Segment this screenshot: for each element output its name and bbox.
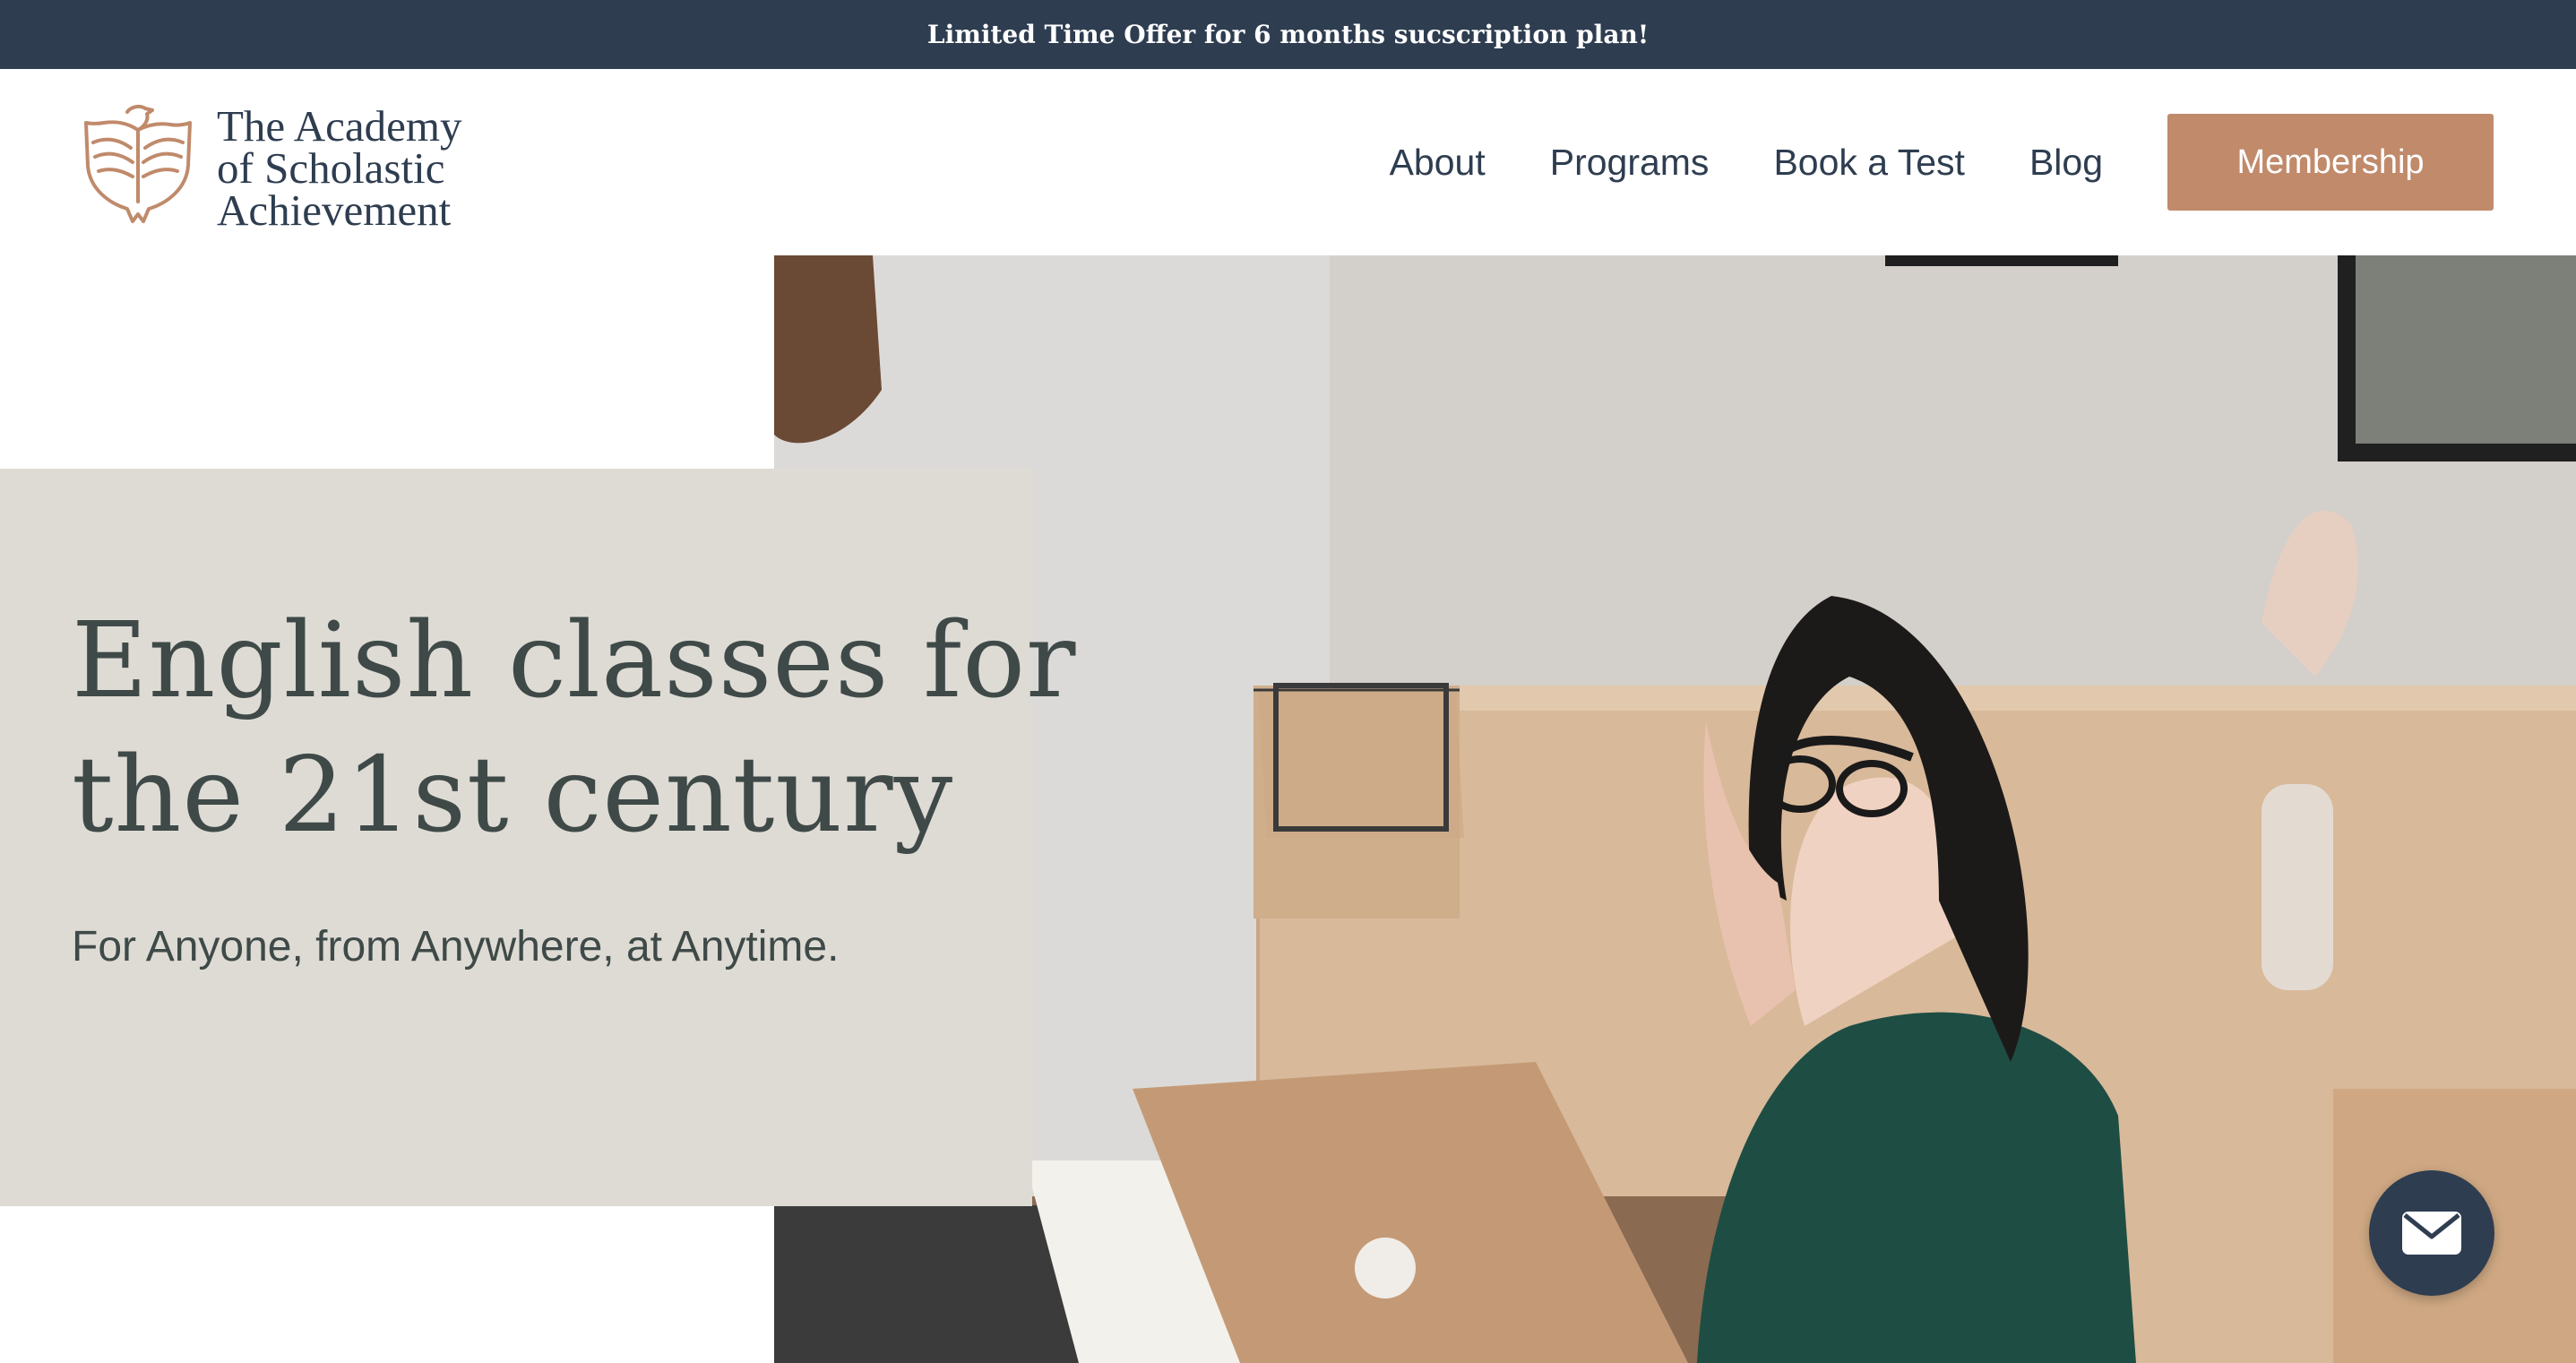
hero-card: English classes for the 21st century For…	[0, 469, 1077, 1206]
nav-link-programs[interactable]: Programs	[1550, 142, 1710, 184]
hero-photo	[774, 255, 2576, 1363]
hero-title-line-2: the 21st century	[72, 735, 954, 856]
nav-link-book-a-test[interactable]: Book a Test	[1773, 142, 1965, 184]
brand-name: The Academy of Scholastic Achievement	[217, 101, 462, 235]
hero-title: English classes for the 21st century	[72, 594, 1077, 863]
envelope-icon	[2402, 1212, 2461, 1255]
brand-name-line-1: The Academy	[217, 101, 462, 151]
hero-subtitle: For Anyone, from Anywhere, at Anytime.	[72, 923, 840, 970]
eagle-shield-logo-icon	[84, 104, 192, 223]
hero-title-line-1: English classes for	[72, 600, 1077, 721]
site-logo[interactable]: The Academy of Scholastic Achievement	[82, 101, 462, 235]
contact-button[interactable]	[2369, 1170, 2494, 1296]
membership-button[interactable]: Membership	[2167, 114, 2494, 211]
main-nav: About Programs Book a Test Blog Membersh…	[1390, 69, 2576, 255]
promo-bar: Limited Time Offer for 6 months sucscrip…	[0, 0, 2576, 69]
hero-photo-illustration	[774, 255, 2576, 1363]
brand-name-line-2: of Scholastic	[217, 143, 445, 193]
nav-link-blog[interactable]: Blog	[2029, 142, 2103, 184]
nav-link-about[interactable]: About	[1390, 142, 1486, 184]
site-header: The Academy of Scholastic Achievement Ab…	[0, 69, 2576, 255]
promo-text: Limited Time Offer for 6 months sucscrip…	[926, 20, 1650, 49]
brand-name-line-3: Achievement	[217, 185, 452, 235]
